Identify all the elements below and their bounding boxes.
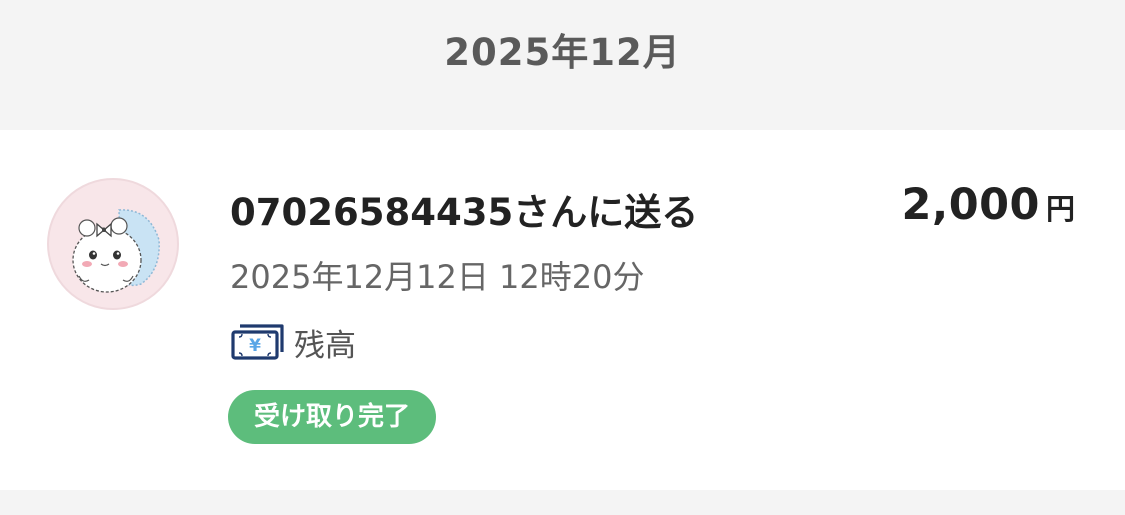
yen-bill-icon: ¥ — [231, 324, 284, 360]
list-separator — [0, 490, 1125, 515]
month-header: 2025年12月 — [0, 0, 1125, 130]
transaction-title: 07026584435さんに送る — [230, 191, 699, 234]
transaction-amount: 2,000 — [901, 180, 1040, 230]
transaction-amount-group: 2,000 円 — [901, 180, 1075, 230]
transaction-datetime: 2025年12月12日 12時20分 — [230, 258, 645, 296]
transaction-row[interactable]: 07026584435さんに送る 2,000 円 2025年12月12日 12時2… — [0, 130, 1125, 490]
payment-method: ¥ 残高 — [230, 322, 356, 364]
hamster-avatar-icon — [47, 178, 179, 310]
svg-text:¥: ¥ — [249, 336, 261, 356]
payment-method-label: 残高 — [294, 327, 356, 364]
transaction-currency: 円 — [1045, 192, 1075, 226]
status-badge: 受け取り完了 — [228, 390, 437, 444]
month-label: 2025年12月 — [444, 31, 681, 74]
